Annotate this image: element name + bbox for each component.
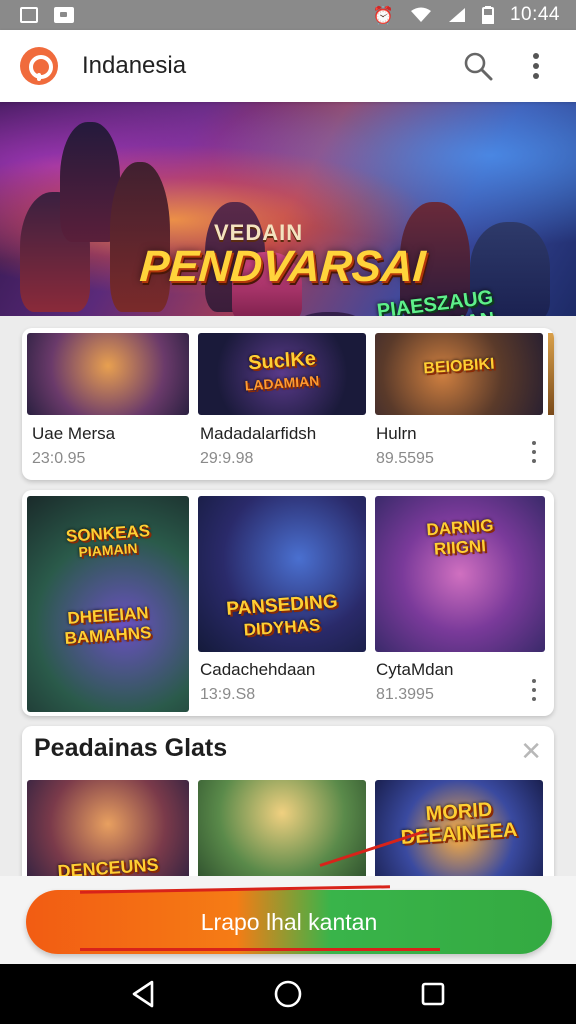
- thumbnail-text: PIAMAIN: [77, 539, 139, 561]
- system-nav-bar: [0, 964, 576, 1024]
- close-icon[interactable]: ✕: [520, 736, 542, 767]
- hero-banner[interactable]: VEDAIN PENDVARSAI PIAESZAUG LESDNSIAN: [0, 102, 576, 316]
- app-thumbnail[interactable]: MORID DEEAINEEA: [375, 780, 543, 886]
- app-thumbnail[interactable]: DARNIG RIIGNI: [375, 496, 545, 652]
- screen: ⏰ 10:44 Indanesia VEDAIN PENDVARSAI PIAE…: [0, 0, 576, 1024]
- app-row-card: Uae Mersa 23:0.95 SuclKe LADAMIAN Madada…: [22, 328, 554, 480]
- app-thumbnail[interactable]: SONKEAS PIAMAIN DHEIEIAN BAMAHNS: [27, 496, 189, 712]
- thumbnail-text: BEIOBIKI: [422, 355, 496, 378]
- home-icon: [274, 980, 302, 1008]
- app-title[interactable]: Hulrn: [376, 424, 417, 444]
- search-icon: [464, 52, 493, 81]
- clock: 10:44: [509, 4, 560, 25]
- search-button[interactable]: [458, 46, 498, 86]
- more-options-button[interactable]: [524, 438, 544, 466]
- battery-icon: [481, 6, 494, 24]
- section-title: Peadainas Glats: [34, 734, 228, 762]
- app-thumbnail[interactable]: PANSEDING DIDYHAS: [198, 496, 366, 652]
- app-bar: Indanesia: [0, 30, 576, 102]
- thumbnail-text: SuclKe: [247, 347, 317, 375]
- banner-character: [300, 312, 360, 316]
- app-thumbnail[interactable]: BEIOBIKI: [375, 333, 543, 415]
- home-button[interactable]: [266, 972, 310, 1016]
- thumbnail-text: RIIGNI: [433, 536, 487, 559]
- app-price: 13:9.S8: [200, 686, 256, 703]
- wifi-icon: [410, 7, 431, 22]
- app-title[interactable]: CytaMdan: [376, 660, 453, 680]
- logo-icon[interactable]: [20, 47, 58, 85]
- alarm-icon: ⏰: [372, 5, 394, 25]
- overflow-menu-button[interactable]: [516, 46, 556, 86]
- app-price: 89.5595: [376, 450, 434, 467]
- app-thumbnail[interactable]: [27, 333, 189, 415]
- app-price: 23:0.95: [32, 450, 86, 467]
- message-notification-icon: [54, 7, 74, 23]
- thumbnail-text: LADAMIAN: [244, 372, 320, 394]
- install-cta-button[interactable]: Lrapo lhal kantan: [26, 890, 552, 954]
- recents-button[interactable]: [411, 972, 455, 1016]
- recents-icon: [422, 982, 445, 1006]
- app-row-card: SONKEAS PIAMAIN DHEIEIAN BAMAHNS PANSEDI…: [22, 490, 554, 716]
- status-bar: ⏰ 10:44: [0, 0, 576, 30]
- signal-icon: [448, 8, 465, 22]
- next-thumbnail-peek: [548, 333, 554, 415]
- app-title[interactable]: Cadachehdaan: [200, 660, 315, 680]
- back-button[interactable]: [121, 972, 165, 1016]
- app-price: 81.3995: [376, 686, 434, 703]
- more-options-button[interactable]: [524, 676, 544, 704]
- thumbnail-text: PANSEDING: [225, 591, 339, 620]
- banner-title: PENDVARSAI: [138, 242, 427, 291]
- app-title[interactable]: Uae Mersa: [32, 424, 115, 444]
- more-vert-icon: [533, 53, 539, 79]
- app-price: 29:9.98: [200, 450, 254, 467]
- screenshot-notification-icon: [20, 7, 38, 23]
- section-card: Peadainas Glats ✕ DENCEUNS MORID DEEAINE…: [22, 726, 554, 886]
- annotation-line: [80, 948, 440, 951]
- app-thumbnail[interactable]: [198, 780, 366, 886]
- app-thumbnail[interactable]: SuclKe LADAMIAN: [198, 333, 366, 415]
- back-icon: [132, 980, 153, 1008]
- thumbnail-text: DIDYHAS: [243, 615, 321, 640]
- app-title[interactable]: Madadalarfidsh: [200, 424, 316, 444]
- app-thumbnail[interactable]: DENCEUNS: [27, 780, 189, 886]
- app-title: Indanesia: [82, 52, 187, 79]
